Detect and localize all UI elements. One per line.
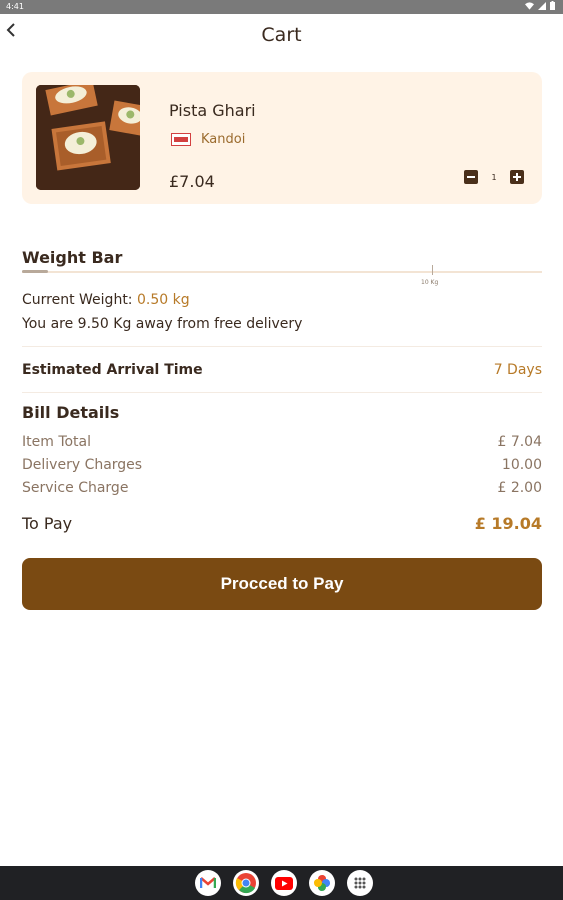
product-image — [36, 85, 140, 190]
minus-icon — [467, 176, 475, 178]
to-pay-amount: £ 19.04 — [474, 514, 542, 533]
plus-icon — [513, 173, 521, 181]
bill-row-label: Delivery Charges — [22, 457, 143, 473]
current-weight-value: 0.50 kg — [136, 292, 190, 308]
product-price: £7.04 — [169, 172, 215, 191]
wifi-icon — [525, 1, 534, 10]
battery-icon — [550, 1, 555, 10]
bill-details-title: Bill Details — [22, 403, 120, 422]
weight-progress-bar: 10 Kg — [22, 265, 542, 286]
bill-row-label: Service Charge — [22, 480, 129, 496]
status-bar: 4:41 — [0, 0, 563, 14]
photos-icon[interactable] — [309, 870, 335, 896]
weight-threshold-tick — [432, 265, 433, 275]
decrease-quantity-button[interactable] — [464, 170, 478, 184]
cart-item-card: Pista Ghari Kandoi £7.04 1 — [22, 72, 542, 204]
divider — [22, 392, 542, 393]
free-delivery-message: You are 9.50 Kg away from free delivery — [22, 316, 303, 332]
gmail-icon[interactable] — [195, 870, 221, 896]
bill-row-amount: 10.00 — [501, 457, 542, 473]
divider — [22, 346, 542, 347]
to-pay-row: To Pay £ 19.04 — [22, 514, 542, 533]
current-weight-label: Current Weight: — [22, 292, 133, 308]
eta-label: Estimated Arrival Time — [22, 362, 203, 378]
status-time: 4:41 — [6, 2, 24, 11]
system-dock — [0, 866, 563, 900]
current-weight: Current Weight: 0.50 kg — [22, 292, 190, 308]
chrome-icon[interactable] — [233, 870, 259, 896]
bill-row-amount: £ 7.04 — [497, 434, 542, 450]
youtube-icon[interactable] — [271, 870, 297, 896]
app-drawer-icon[interactable] — [347, 870, 373, 896]
to-pay-label: To Pay — [22, 514, 73, 533]
increase-quantity-button[interactable] — [510, 170, 524, 184]
product-name: Pista Ghari — [169, 101, 256, 120]
bill-row-label: Item Total — [22, 434, 92, 450]
eta-value: 7 Days — [493, 362, 542, 378]
weight-progress-fill — [22, 270, 48, 273]
quantity-stepper: 1 — [464, 170, 524, 184]
product-brand: Kandoi — [171, 132, 245, 147]
weight-bar-title: Weight Bar — [22, 248, 123, 267]
kandoi-logo-icon — [171, 133, 191, 146]
weight-threshold-label: 10 Kg — [421, 279, 439, 286]
dock-apps — [195, 870, 373, 896]
bill-row-amount: £ 2.00 — [497, 480, 542, 496]
proceed-to-pay-button[interactable]: Procced to Pay — [22, 558, 542, 610]
quantity-value: 1 — [491, 172, 497, 182]
brand-name: Kandoi — [201, 132, 246, 147]
page-title: Cart — [261, 24, 302, 42]
cart-screen: Cart Pista Ghari Kandoi £7.04 1 Weight B… — [0, 14, 563, 866]
signal-icon — [538, 1, 546, 10]
status-icons — [525, 1, 555, 10]
